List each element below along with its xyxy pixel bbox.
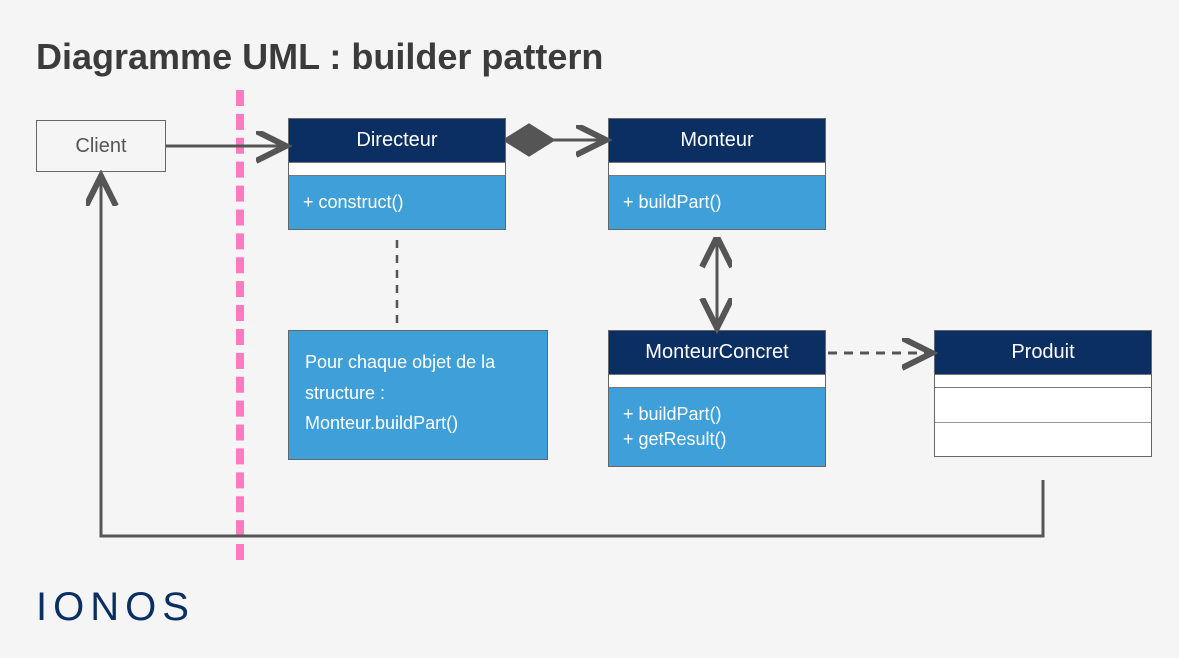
produit-empty-1: [935, 388, 1151, 422]
diagram-title: Diagramme UML : builder pattern: [36, 36, 603, 78]
monteur-concret-name: MonteurConcret: [609, 331, 825, 374]
produit-class: Produit: [934, 330, 1152, 457]
directeur-class: Directeur + construct(): [288, 118, 506, 230]
note-line-2: structure :: [305, 378, 531, 409]
note-box: Pour chaque objet de la structure : Mont…: [288, 330, 548, 460]
concret-method-1: + buildPart(): [623, 402, 811, 427]
monteur-name: Monteur: [609, 119, 825, 162]
separator-dashed-line: [236, 90, 244, 560]
connectors-svg: [0, 0, 1179, 658]
note-line-3: Monteur.buildPart(): [305, 408, 531, 439]
class-divider: [935, 374, 1151, 388]
monteur-method: + buildPart(): [609, 176, 825, 229]
produit-empty-2: [935, 422, 1151, 456]
produit-name: Produit: [935, 331, 1151, 374]
directeur-method: + construct(): [289, 176, 505, 229]
monteur-class: Monteur + buildPart(): [608, 118, 826, 230]
note-line-1: Pour chaque objet de la: [305, 347, 531, 378]
concret-method-2: + getResult(): [623, 427, 811, 452]
monteur-concret-methods: + buildPart() + getResult(): [609, 388, 825, 466]
monteur-concret-class: MonteurConcret + buildPart() + getResult…: [608, 330, 826, 467]
class-divider: [289, 162, 505, 176]
client-box: Client: [36, 120, 166, 172]
client-label: Client: [75, 135, 126, 158]
directeur-name: Directeur: [289, 119, 505, 162]
class-divider: [609, 374, 825, 388]
class-divider: [609, 162, 825, 176]
ionos-logo: IONOS: [36, 585, 195, 630]
